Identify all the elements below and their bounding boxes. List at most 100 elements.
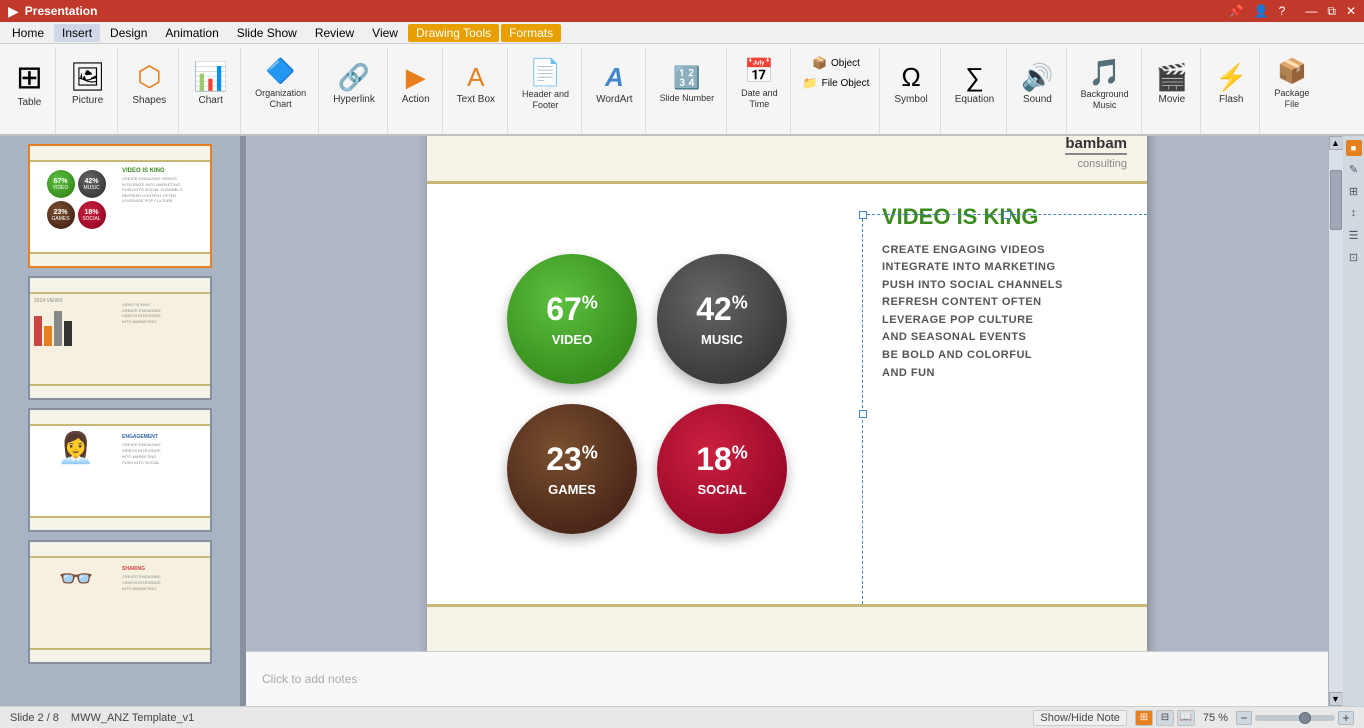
menu-design[interactable]: Design bbox=[102, 24, 155, 42]
ribbon-group-hyperlink: 🔗 Hyperlink bbox=[321, 48, 388, 134]
slidenumber-button[interactable]: 🔢 Slide Number bbox=[654, 50, 721, 120]
menu-drawingtool[interactable]: Drawing Tools bbox=[408, 24, 499, 42]
slide-panel: 2 67% VIDEO 42% bbox=[0, 136, 240, 706]
slide-thumb-container-3: 3 2014 VIEWS bbox=[8, 276, 232, 400]
scroll-track bbox=[1329, 150, 1343, 692]
ribbon-group-headerfooter: 📄 Header andFooter bbox=[510, 48, 582, 134]
wordart-icon: A bbox=[605, 64, 624, 90]
slide-thumb-2[interactable]: 67% VIDEO 42% MUSIC 23% bbox=[28, 144, 212, 268]
slide-info: Slide 2 / 8 bbox=[10, 712, 59, 724]
bubbles-row-bottom: 23% GAMES 18% SOCIAL bbox=[507, 404, 787, 534]
notes-area[interactable]: Click to add notes bbox=[246, 651, 1328, 706]
ribbon-group-flash: ⚡ Flash bbox=[1203, 48, 1260, 134]
ribbon-group-sound: 🔊 Sound bbox=[1009, 48, 1066, 134]
table-icon: ⊞ bbox=[16, 61, 43, 93]
datetime-button[interactable]: 📅 Date andTime bbox=[735, 50, 784, 120]
symbol-button[interactable]: Ω Symbol bbox=[888, 50, 933, 120]
sidebar-btn-4[interactable]: ↕ bbox=[1345, 204, 1363, 222]
ribbon-group-picture: 🖼 Picture bbox=[58, 48, 119, 134]
sidebar-btn-5[interactable]: ☰ bbox=[1345, 226, 1363, 244]
object-button[interactable]: 📦 Object bbox=[808, 54, 864, 72]
picture-icon: 🖼 bbox=[70, 63, 106, 91]
packagefile-icon: 📦 bbox=[1277, 60, 1307, 84]
ribbon-group-symbol: Ω Symbol bbox=[882, 48, 940, 134]
textbox-button[interactable]: A Text Box bbox=[451, 50, 501, 120]
menu-insert[interactable]: Insert bbox=[54, 24, 100, 42]
pin-icon[interactable]: 📌 bbox=[1229, 4, 1244, 18]
restore-icon[interactable]: ⧉ bbox=[1327, 4, 1336, 19]
scroll-up[interactable]: ▲ bbox=[1329, 136, 1343, 150]
menu-review[interactable]: Review bbox=[307, 24, 362, 42]
picture-button[interactable]: 🖼 Picture bbox=[64, 50, 112, 120]
fileobject-button[interactable]: 📁 File Object bbox=[799, 74, 874, 92]
title-bar: ▶ Presentation 📌 👤 ? — ⧉ ✕ bbox=[0, 0, 1364, 22]
title-bar-right: 📌 👤 ? — ⧉ ✕ bbox=[1229, 4, 1356, 19]
view-reading-button[interactable]: 📖 bbox=[1177, 710, 1195, 726]
user-icon[interactable]: 👤 bbox=[1254, 4, 1269, 18]
flash-button[interactable]: ⚡ Flash bbox=[1209, 50, 1253, 120]
menu-slideshow[interactable]: Slide Show bbox=[229, 24, 305, 42]
slide-thumb-4[interactable]: 👩‍💼 ENGAGEMENT CREATE ENGAGINGVIDEOS INT… bbox=[28, 408, 212, 532]
ribbon-group-packagefile: 📦 PackageFile bbox=[1262, 48, 1321, 134]
datetime-icon: 📅 bbox=[744, 60, 774, 84]
menu-home[interactable]: Home bbox=[4, 24, 52, 42]
filename: MWW_ANZ Template_v1 bbox=[71, 712, 194, 724]
current-slide[interactable]: bambam consulting 67% VIDEO bbox=[427, 136, 1147, 651]
hyperlink-button[interactable]: 🔗 Hyperlink bbox=[327, 50, 381, 120]
object-icon: 📦 bbox=[812, 56, 827, 70]
menu-formats[interactable]: Formats bbox=[501, 24, 561, 42]
zoom-in-button[interactable]: + bbox=[1338, 711, 1354, 725]
slide-thumb-5[interactable]: 👓 SHARING CREATE ENGAGINGVIDEOS INTEGRAT… bbox=[28, 540, 212, 664]
slide-title: VIDEO IS KING bbox=[882, 204, 1132, 230]
equation-button[interactable]: ∑ Equation bbox=[949, 50, 1000, 120]
ribbon-group-action: ▶ Action bbox=[390, 48, 443, 134]
wordart-button[interactable]: A WordArt bbox=[590, 50, 639, 120]
sidebar-btn-2[interactable]: ✎ bbox=[1345, 160, 1363, 178]
table-button[interactable]: ⊞ Table bbox=[10, 50, 49, 120]
action-icon: ▶ bbox=[406, 64, 426, 90]
equation-icon: ∑ bbox=[965, 64, 984, 90]
view-normal-button[interactable]: ⊞ bbox=[1135, 710, 1153, 726]
show-hide-note-button[interactable]: Show/Hide Note bbox=[1033, 710, 1127, 726]
fileobject-icon: 📁 bbox=[803, 76, 818, 90]
scroll-thumb[interactable] bbox=[1330, 170, 1342, 230]
menu-view[interactable]: View bbox=[364, 24, 406, 42]
sidebar-btn-6[interactable]: ⊡ bbox=[1345, 248, 1363, 266]
bgmusic-button[interactable]: 🎵 BackgroundMusic bbox=[1075, 50, 1135, 120]
status-right: Show/Hide Note ⊞ ⊟ 📖 75 % − + bbox=[1033, 710, 1354, 726]
symbol-icon: Ω bbox=[901, 64, 920, 90]
bubbles-row-top: 67% VIDEO 42% MUSIC bbox=[507, 254, 787, 384]
org-chart-button[interactable]: 🔷 OrganizationChart bbox=[249, 50, 312, 120]
view-sorter-button[interactable]: ⊟ bbox=[1156, 710, 1174, 726]
slide-main: 67% VIDEO 42% MUSIC 23% GAMES bbox=[427, 184, 1147, 604]
scroll-down[interactable]: ▼ bbox=[1329, 692, 1343, 706]
packagefile-button[interactable]: 📦 PackageFile bbox=[1268, 50, 1315, 120]
ribbon-group-org: 🔷 OrganizationChart bbox=[243, 48, 319, 134]
hyperlink-icon: 🔗 bbox=[338, 64, 370, 90]
movie-button[interactable]: 🎬 Movie bbox=[1150, 50, 1194, 120]
sound-button[interactable]: 🔊 Sound bbox=[1015, 50, 1059, 120]
slide-thumb-3[interactable]: 2014 VIEWS VIDEO IS KINGCREATE ENGAGINGV… bbox=[28, 276, 212, 400]
minimize-icon[interactable]: — bbox=[1305, 4, 1317, 18]
ribbon-group-chart: 📊 Chart bbox=[181, 48, 241, 134]
sidebar-btn-3[interactable]: ⊞ bbox=[1345, 182, 1363, 200]
headerfooter-button[interactable]: 📄 Header andFooter bbox=[516, 50, 575, 120]
bullet-text: CREATE ENGAGING VIDEOS INTEGRATE INTO MA… bbox=[882, 242, 1132, 383]
movie-icon: 🎬 bbox=[1156, 64, 1188, 90]
ribbon-group-datetime: 📅 Date andTime bbox=[729, 48, 791, 134]
status-left: Slide 2 / 8 MWW_ANZ Template_v1 bbox=[10, 712, 194, 724]
help-icon[interactable]: ? bbox=[1279, 4, 1286, 18]
menu-animation[interactable]: Animation bbox=[157, 24, 226, 42]
chart-button[interactable]: 📊 Chart bbox=[187, 50, 234, 120]
view-buttons: ⊞ ⊟ 📖 bbox=[1135, 710, 1195, 726]
menu-bar: Home Insert Design Animation Slide Show … bbox=[0, 22, 1364, 44]
action-button[interactable]: ▶ Action bbox=[396, 50, 436, 120]
close-icon[interactable]: ✕ bbox=[1346, 4, 1356, 18]
shapes-button[interactable]: ⬡ Shapes bbox=[126, 50, 172, 120]
sidebar-btn-1[interactable]: ■ bbox=[1346, 140, 1362, 156]
app-name: Presentation bbox=[25, 4, 98, 18]
zoom-out-button[interactable]: − bbox=[1236, 711, 1252, 725]
zoom-slider[interactable] bbox=[1255, 715, 1335, 721]
zoom-controls: − + bbox=[1236, 711, 1354, 725]
textbox-icon: A bbox=[467, 64, 484, 90]
